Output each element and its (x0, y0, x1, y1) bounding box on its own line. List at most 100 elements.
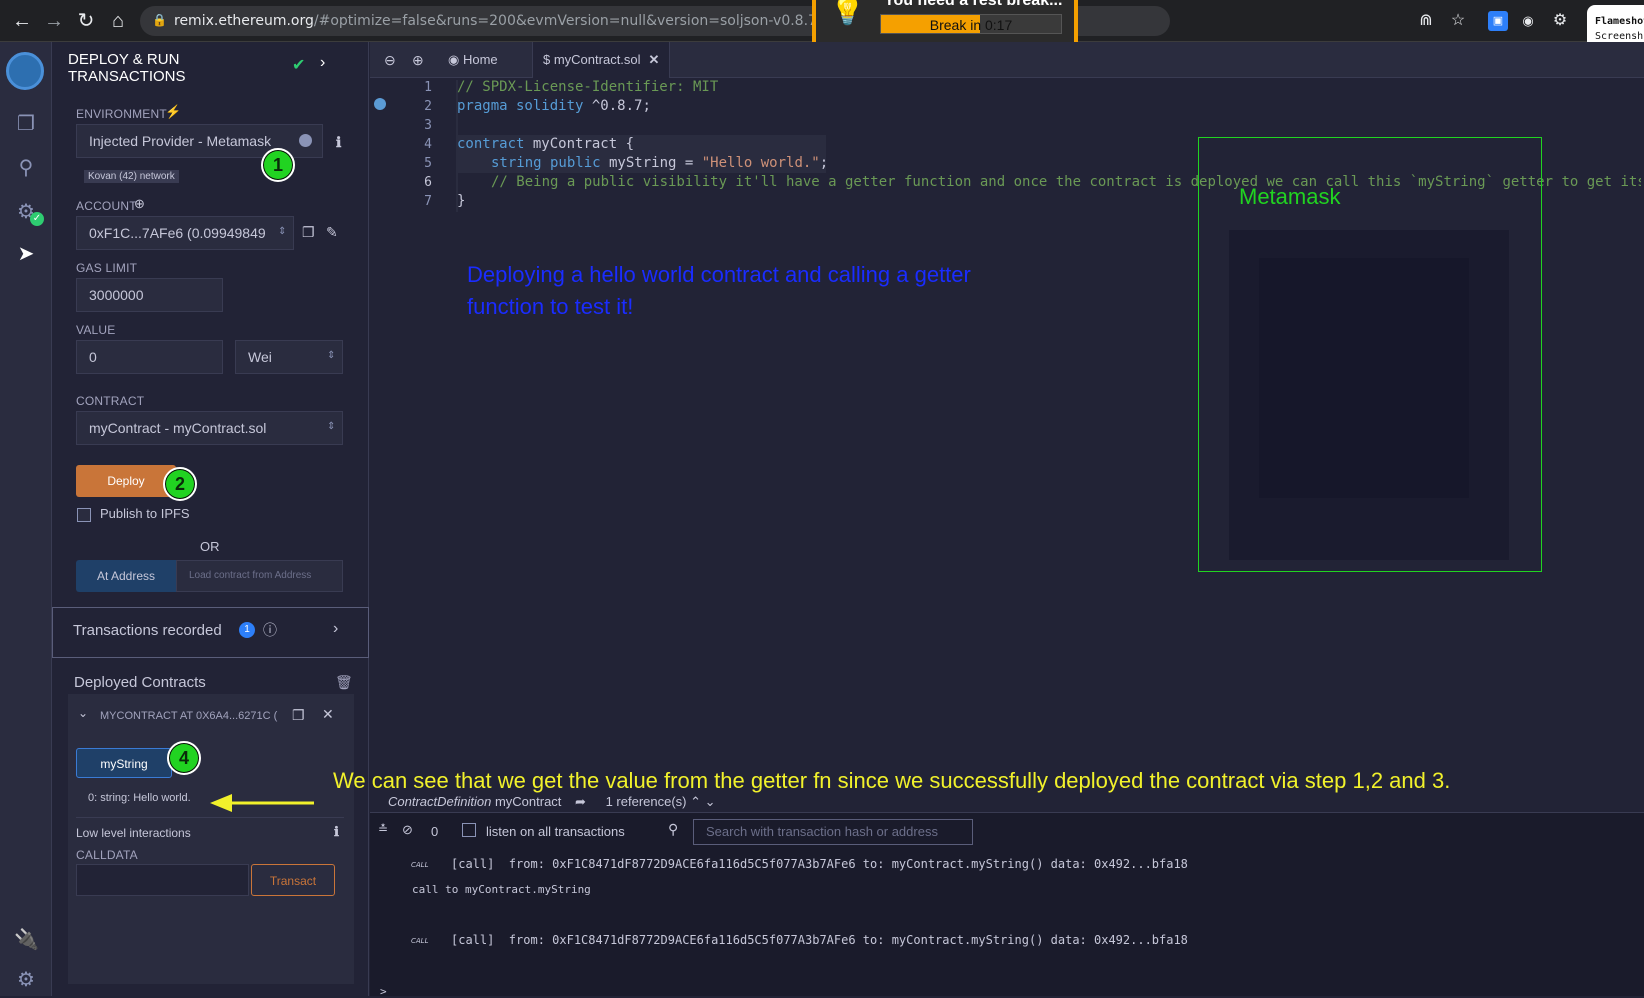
forward-icon[interactable]: → (42, 9, 66, 33)
line-number: 1 (424, 80, 432, 95)
remix-logo-icon[interactable] (6, 52, 44, 90)
plugin-manager-icon[interactable]: 🔌 (14, 928, 39, 952)
file-explorer-icon[interactable]: ❐ (14, 112, 38, 136)
plug-icon: ⚡ (165, 104, 182, 119)
value-input[interactable]: 0 (76, 340, 223, 374)
chevron-right-icon[interactable]: › (333, 620, 338, 638)
gas-limit-input[interactable]: 3000000 (76, 278, 223, 312)
collapse-terminal-icon[interactable]: ≛ (378, 822, 388, 836)
copy-icon[interactable]: ❐ (292, 707, 305, 724)
terminal-log-line[interactable]: [call] from: 0xF1C8471dF8772D9ACE6fa116d… (451, 857, 1188, 871)
chevron-up-icon[interactable]: ⌃ (690, 794, 701, 809)
terminal-log-line[interactable]: [call] from: 0xF1C8471dF8772D9ACE6fa116d… (451, 933, 1188, 947)
extension-gear-icon[interactable]: ⚙ (1550, 11, 1570, 31)
search-icon[interactable]: ⚲ (14, 156, 38, 180)
info-icon[interactable]: ⓘ (263, 620, 277, 640)
publish-ipfs-checkbox[interactable] (77, 508, 91, 522)
share-icon[interactable]: ⋒ (1416, 11, 1436, 31)
code-text: myString = (600, 155, 702, 171)
code-line-7[interactable]: } (457, 193, 465, 209)
deploy-run-icon[interactable]: ➤ (14, 242, 38, 266)
info-icon[interactable]: ℹ (336, 134, 341, 151)
url-text[interactable]: remix.ethereum.org/#optimize=false&runs=… (174, 13, 912, 29)
settings-gear-icon[interactable]: ⚙ (14, 968, 38, 992)
mystring-result: 0: string: Hello world. (88, 792, 191, 804)
terminal-panel: ≛ ⊘ 0 listen on all transactions ⚲ Searc… (370, 812, 1644, 998)
chevron-down-icon[interactable]: ⌄ (705, 794, 716, 809)
line-number: 3 (424, 118, 432, 133)
zoom-out-icon[interactable]: ⊖ (384, 42, 396, 78)
network-badge: Kovan (42) network (84, 170, 179, 183)
terminal-search-input[interactable]: Search with transaction hash or address (693, 819, 973, 845)
close-tab-icon[interactable]: ✕ (649, 52, 660, 67)
line-number: 2 (424, 99, 432, 114)
flameshot-title: Flameshot (1595, 16, 1644, 27)
trash-icon[interactable]: 🗑 (335, 674, 353, 691)
lock-icon: 🔒 (152, 13, 167, 27)
line-number: 6 (424, 175, 432, 190)
account-select[interactable]: 0xF1C...7AFe6 (0.09949849 (76, 216, 294, 250)
code-text: ^0.8.7; (583, 98, 651, 114)
code-keyword: string public (491, 155, 601, 171)
yellow-arrow-icon (210, 794, 314, 812)
at-address-button[interactable]: At Address (76, 560, 176, 592)
tab-mycontract[interactable]: $ myContract.sol ✕ (532, 42, 671, 78)
listen-all-checkbox[interactable] (462, 823, 476, 837)
terminal-prompt[interactable]: > (380, 985, 387, 998)
code-line-1[interactable]: // SPDX-License-Identifier: MIT (457, 79, 718, 95)
definition-kind: ContractDefinition (388, 794, 492, 809)
chevron-down-icon[interactable]: ⌄ (78, 706, 88, 720)
panel-title-line1: DEPLOY & RUN (68, 51, 180, 68)
back-icon[interactable]: ← (10, 9, 34, 33)
add-account-icon[interactable]: ⊕ (134, 196, 145, 212)
zoom-in-icon[interactable]: ⊕ (412, 42, 424, 78)
deployed-instance-card: ⌄ MYCONTRACT AT 0X6A4...6271C (BL ❐ ✕ my… (68, 694, 354, 984)
code-line-2[interactable]: pragma solidity ^0.8.7; (457, 98, 651, 114)
deploy-run-panel: DEPLOY & RUN TRANSACTIONS ✔ › ENVIRONMEN… (52, 42, 369, 996)
calldata-input[interactable] (76, 864, 249, 896)
code-line-4[interactable]: contract myContract { (457, 136, 634, 152)
bookmark-star-icon[interactable]: ☆ (1448, 11, 1468, 31)
contract-label: CONTRACT (76, 394, 145, 408)
home-tab-icon: ◉ (448, 52, 463, 67)
clear-console-icon[interactable]: ⊘ (402, 822, 413, 838)
transactions-recorded-section[interactable]: Transactions recorded 1 ⓘ › (52, 607, 369, 658)
editor-tabbar: ⊖ ⊕ ◉ Home $ myContract.sol ✕ (370, 42, 1644, 78)
chevron-right-icon[interactable]: › (320, 54, 325, 72)
extension-image-icon[interactable]: ▣ (1488, 11, 1508, 31)
breakpoint-icon[interactable] (374, 98, 386, 110)
listen-all-label: listen on all transactions (486, 824, 625, 839)
goto-definition-icon[interactable]: ➦ (575, 794, 586, 809)
terminal-log-line: call to myContract.myString (412, 883, 591, 896)
close-icon[interactable]: ✕ (322, 706, 334, 723)
blue-annotation: Deploying a hello world contract and cal… (467, 262, 971, 319)
contract-definition-bar: ContractDefinition myContract ➦ 1 refere… (388, 794, 716, 810)
line-number: 7 (424, 194, 432, 209)
tx-recorded-label: Transactions recorded (73, 622, 222, 639)
at-address-input[interactable]: Load contract from Address (176, 560, 343, 592)
url-host: remix.ethereum.org (174, 13, 314, 29)
flameshot-subtitle: Screensh (1595, 31, 1644, 42)
tx-recorded-count-badge: 1 (239, 622, 255, 638)
instance-address[interactable]: MYCONTRACT AT 0X6A4...6271C (BL (100, 710, 278, 722)
break-title: You need a rest break... (884, 0, 1063, 9)
check-icon: ✔ (292, 57, 306, 74)
copy-icon[interactable]: ❐ (302, 224, 315, 241)
or-divider: OR (200, 539, 220, 554)
reload-icon[interactable]: ↻ (74, 9, 98, 33)
code-line-5[interactable]: string public myString = "Hello world."; (491, 155, 828, 171)
home-icon[interactable]: ⌂ (106, 9, 130, 33)
deploy-button[interactable]: Deploy (76, 465, 176, 497)
value-label: VALUE (76, 323, 116, 337)
step-marker-4: 4 (167, 741, 201, 775)
tab-home[interactable]: ◉ Home (448, 42, 498, 78)
definition-name: myContract (494, 794, 562, 809)
extension-glasses-icon[interactable]: ◉ (1518, 11, 1538, 31)
contract-select[interactable]: myContract - myContract.sol (76, 411, 343, 445)
mystring-button[interactable]: myString (76, 748, 172, 778)
transact-button[interactable]: Transact (251, 864, 335, 896)
info-icon[interactable]: ℹ (334, 824, 339, 840)
references-count: 1 reference(s) (605, 794, 687, 809)
deployed-contracts-label: Deployed Contracts (74, 674, 206, 691)
edit-icon[interactable]: ✎ (326, 224, 338, 241)
